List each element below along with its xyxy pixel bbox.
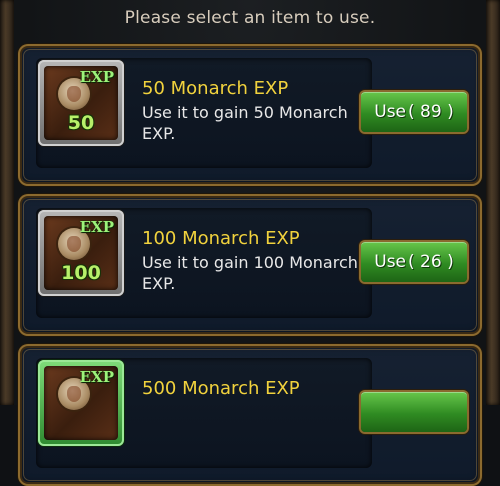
exp-tag: EXP: [79, 218, 114, 236]
use-button[interactable]: Use ( 89 ): [361, 92, 467, 132]
item-description: Use it to gain 100 Monarch EXP.: [142, 253, 358, 293]
dialog-prompt: Please select an item to use.: [124, 8, 376, 28]
exp-book-icon: EXP: [38, 360, 124, 446]
item-title: 100 Monarch EXP: [142, 228, 300, 249]
item-card-50-exp: EXP 50 50 Monarch EXP Use it to gain 50 …: [18, 44, 482, 186]
exp-book-icon: EXP 100: [38, 210, 124, 296]
item-count: ( 26 ): [408, 252, 454, 272]
exp-amount-badge: 100: [61, 262, 101, 284]
use-button-label: Use: [374, 252, 407, 272]
use-button[interactable]: Use ( 26 ): [361, 242, 467, 282]
item-title: 50 Monarch EXP: [142, 78, 289, 99]
book-cover: EXP 100: [44, 216, 118, 290]
book-cover: EXP: [44, 366, 118, 440]
item-card-500-exp: EXP 500 Monarch EXP: [18, 344, 482, 486]
item-select-dialog: Please select an item to use. EXP 50 50 …: [0, 0, 500, 486]
exp-tag: EXP: [79, 368, 114, 386]
item-title: 500 Monarch EXP: [142, 378, 300, 399]
exp-tag: EXP: [79, 68, 114, 86]
frame-left-rail: [0, 0, 14, 405]
item-card-100-exp: EXP 100 100 Monarch EXP Use it to gain 1…: [18, 194, 482, 336]
use-button[interactable]: [361, 392, 467, 432]
item-count: ( 89 ): [408, 102, 454, 122]
book-cover: EXP 50: [44, 66, 118, 140]
frame-right-rail: [486, 0, 500, 405]
item-description: Use it to gain 50 Monarch EXP.: [142, 103, 348, 143]
use-button-label: Use: [374, 102, 407, 122]
exp-amount-badge: 50: [67, 112, 95, 134]
exp-book-icon: EXP 50: [38, 60, 124, 146]
